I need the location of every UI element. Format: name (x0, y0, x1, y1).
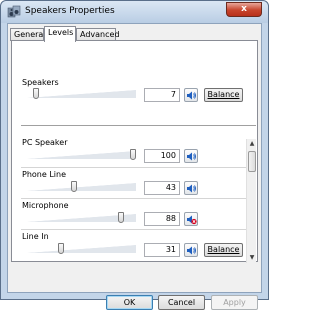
microphone-slider-thumb[interactable] (117, 212, 124, 223)
device-list-scrollbar[interactable]: ▲ ▼ (246, 139, 256, 263)
pc-speaker-slider-thumb[interactable] (130, 149, 136, 160)
device-row-pc-speaker: PC Speaker 100 (21, 136, 248, 167)
speakers-slider[interactable] (26, 90, 136, 98)
microphone-value-field[interactable]: 88 (144, 212, 180, 226)
phone-line-mute-button[interactable] (184, 181, 198, 195)
speakers-slider-thumb[interactable] (33, 88, 40, 99)
tab-levels[interactable]: Levels (44, 26, 76, 42)
balance-label: Balance (207, 245, 240, 254)
apply-button[interactable]: Apply (211, 295, 258, 310)
speaker-icon (187, 91, 196, 100)
pc-speaker-mute-button[interactable] (184, 149, 198, 163)
ok-button[interactable]: OK (106, 295, 153, 310)
microphone-mute-button[interactable] (184, 212, 198, 226)
phone-line-value-field[interactable]: 43 (144, 181, 180, 195)
device-levels-list: PC Speaker 100 Phone Line 43 Microphone … (21, 136, 248, 260)
line-in-balance-button[interactable]: Balance (204, 243, 243, 257)
phone-line-slider[interactable] (26, 183, 136, 191)
speakers-balance-button[interactable]: Balance (204, 88, 243, 102)
speaker-icon (187, 246, 196, 255)
device-label: Line In (22, 232, 49, 241)
speaker-window-icon (7, 5, 21, 18)
speakers-label: Speakers (22, 78, 59, 87)
line-in-slider-thumb[interactable] (58, 243, 65, 254)
title-bar[interactable]: Speakers Properties x (1, 1, 268, 23)
device-label: PC Speaker (22, 138, 68, 147)
device-row-phone-line: Phone Line 43 (21, 167, 248, 198)
speaker-muted-icon (187, 215, 197, 225)
speakers-mute-button[interactable] (184, 88, 198, 102)
levels-tab-page: Speakers 7 Balance PC Speaker 100 Phone … (11, 40, 258, 263)
line-in-mute-button[interactable] (184, 243, 198, 257)
device-row-microphone: Microphone 88 (21, 198, 248, 229)
scroll-up-arrow-icon[interactable]: ▲ (247, 139, 257, 149)
line-in-value-field[interactable]: 31 (144, 243, 180, 257)
speakers-properties-dialog: Speakers Properties x General Levels Adv… (0, 0, 269, 310)
window-title: Speakers Properties (25, 6, 115, 16)
line-in-slider[interactable] (26, 245, 136, 253)
pc-speaker-value-field[interactable]: 100 (144, 149, 180, 163)
phone-line-slider-thumb[interactable] (70, 181, 77, 192)
close-button[interactable]: x (226, 2, 262, 17)
device-label: Microphone (22, 201, 69, 210)
device-row-line-in: Line In 31 Balance (21, 229, 248, 260)
scrollbar-thumb[interactable] (248, 151, 256, 172)
balance-label: Balance (207, 90, 240, 99)
close-icon: x (241, 4, 247, 14)
pc-speaker-slider[interactable] (26, 151, 136, 159)
device-label: Phone Line (22, 170, 66, 179)
cancel-button[interactable]: Cancel (158, 295, 205, 310)
speakers-value-field[interactable]: 7 (144, 88, 180, 102)
dialog-body: General Levels Advanced Speakers 7 Balan… (7, 23, 262, 310)
speaker-icon (187, 152, 196, 161)
speaker-icon (187, 184, 196, 193)
separator (21, 125, 256, 126)
scroll-down-arrow-icon[interactable]: ▼ (247, 253, 257, 263)
